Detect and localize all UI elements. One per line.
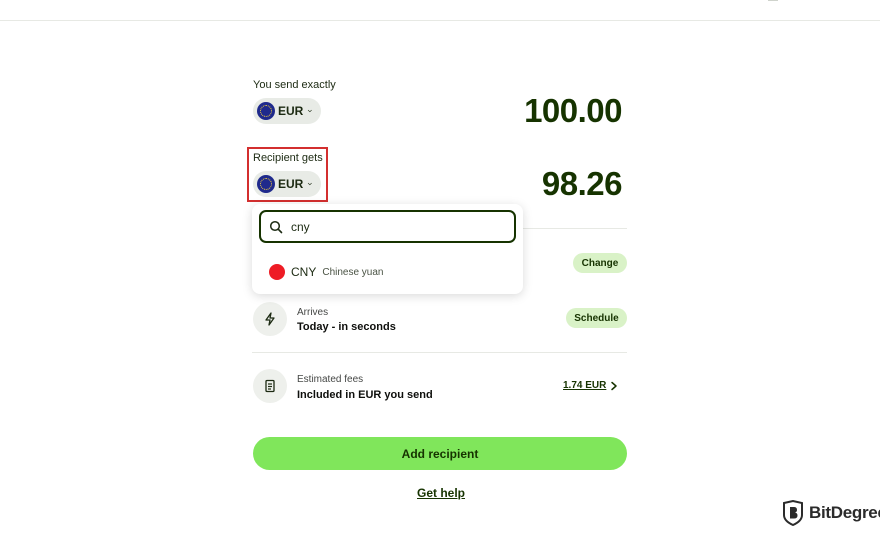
receive-currency-selector[interactable]: EUR <box>253 171 321 197</box>
chevron-down-icon <box>308 109 313 113</box>
send-currency-selector[interactable]: EUR <box>253 98 321 124</box>
arrives-value: Today - in seconds <box>297 321 396 333</box>
chevron-right-icon[interactable] <box>609 381 619 391</box>
fees-label: Estimated fees <box>297 374 364 385</box>
divider <box>252 352 627 353</box>
currency-search-box[interactable] <box>259 210 516 243</box>
watermark: BitDegree <box>782 500 880 526</box>
option-name: Chinese yuan <box>322 266 384 278</box>
fees-value: Included in EUR you send <box>297 389 433 401</box>
change-button[interactable]: Change <box>573 253 627 273</box>
china-flag-icon <box>269 264 285 280</box>
eu-flag-icon <box>257 102 275 120</box>
currency-option-cny[interactable]: CNY Chinese yuan <box>269 262 384 282</box>
receipt-icon <box>265 379 275 393</box>
currency-search-input[interactable] <box>289 218 493 235</box>
add-recipient-button[interactable]: Add recipient <box>253 437 627 470</box>
top-bar <box>0 0 880 21</box>
eu-flag-icon <box>257 175 275 193</box>
send-currency-code: EUR <box>278 104 304 118</box>
chevron-down-icon <box>308 182 313 186</box>
send-amount[interactable]: 100.00 <box>524 92 622 130</box>
watermark-text: BitDegree <box>809 503 880 522</box>
send-label: You send exactly <box>253 79 336 91</box>
arrives-label: Arrives <box>297 307 329 318</box>
lightning-icon <box>265 312 275 326</box>
get-help-link[interactable]: Get help <box>417 486 465 500</box>
search-icon <box>269 220 283 233</box>
option-code: CNY <box>291 265 317 279</box>
top-bar-mark <box>768 0 778 1</box>
currency-dropdown: CNY Chinese yuan <box>252 204 523 294</box>
fees-amount-link[interactable]: 1.74 EUR <box>563 380 606 391</box>
lightning-icon-circle <box>253 302 287 336</box>
receipt-icon-circle <box>253 369 287 403</box>
receive-currency-code: EUR <box>278 177 304 191</box>
bitdegree-logo-icon <box>783 500 803 526</box>
schedule-button[interactable]: Schedule <box>566 308 627 328</box>
receive-label: Recipient gets <box>253 152 323 164</box>
receive-amount[interactable]: 98.26 <box>542 165 623 203</box>
